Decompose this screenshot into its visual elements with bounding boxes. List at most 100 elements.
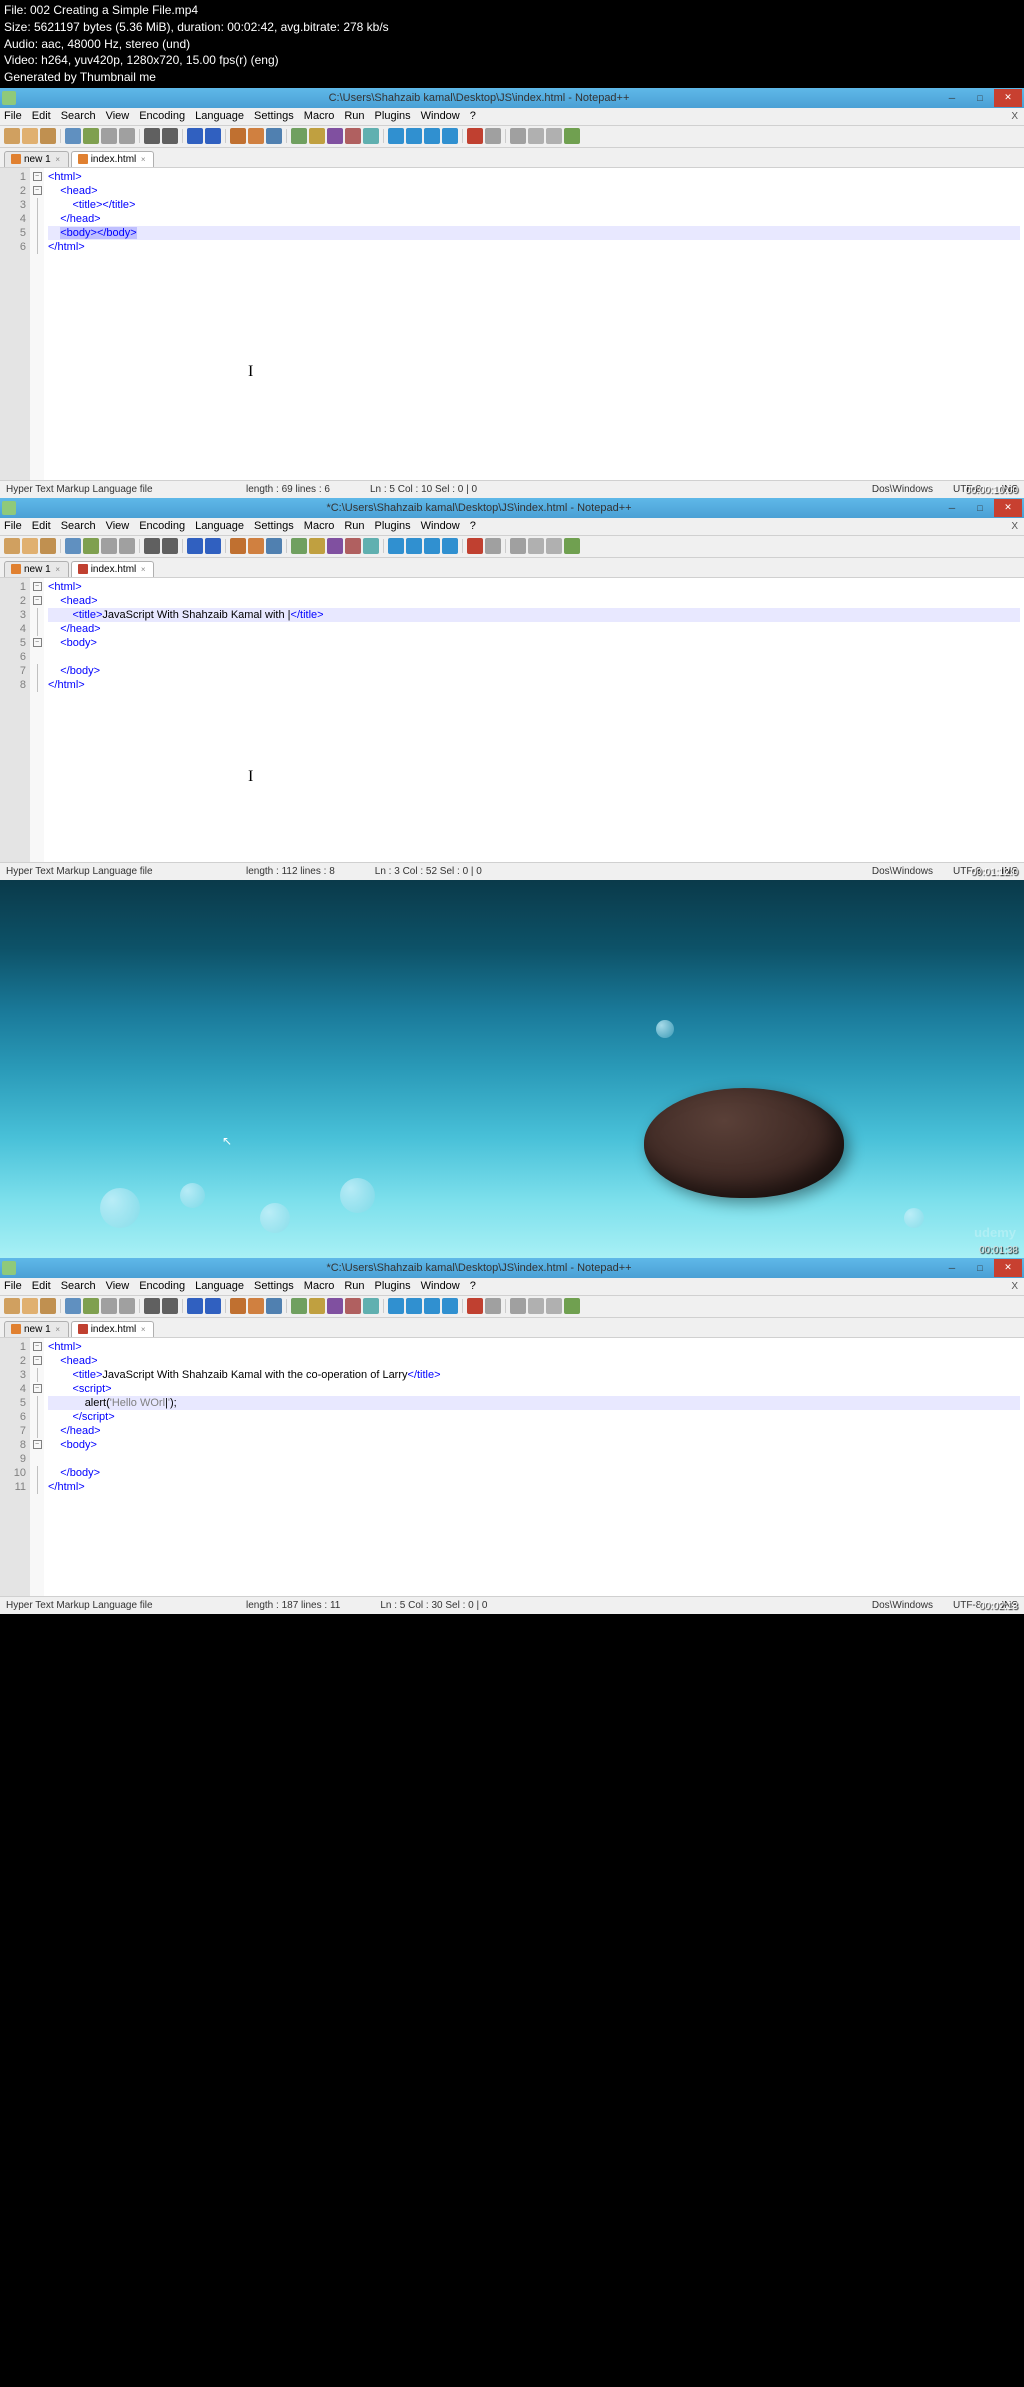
menu-file[interactable]: File [4,110,22,122]
toolbar-button-0[interactable] [4,538,20,554]
toolbar-button-21[interactable] [424,1298,440,1314]
toolbar-button-25[interactable] [510,1298,526,1314]
minimize-button[interactable]: ─ [938,89,966,107]
code-area[interactable]: <html> <head> <title></title> </head> <b… [44,168,1024,480]
tab-index-html[interactable]: index.html× [71,1321,155,1337]
menu-language[interactable]: Language [195,110,244,122]
menu-run[interactable]: Run [344,110,364,122]
menu-run[interactable]: Run [344,1280,364,1292]
menu-edit[interactable]: Edit [32,110,51,122]
toolbar-button-14[interactable] [291,128,307,144]
close-button[interactable]: ✕ [994,89,1022,107]
toolbar-button-23[interactable] [467,128,483,144]
toolbar-button-6[interactable] [119,1298,135,1314]
menu-language[interactable]: Language [195,1280,244,1292]
toolbar-button-8[interactable] [162,538,178,554]
toolbar-button-14[interactable] [291,1298,307,1314]
menu-edit[interactable]: Edit [32,1280,51,1292]
toolbar-button-10[interactable] [205,128,221,144]
tab-close-icon[interactable]: × [139,565,147,573]
menu-search[interactable]: Search [61,1280,96,1292]
menu-macro[interactable]: Macro [304,1280,335,1292]
toolbar-button-17[interactable] [345,1298,361,1314]
toolbar-button-12[interactable] [248,128,264,144]
toolbar-button-1[interactable] [22,538,38,554]
toolbar-button-26[interactable] [528,128,544,144]
toolbar-button-0[interactable] [4,128,20,144]
menu-?[interactable]: ? [470,110,476,122]
toolbar-button-7[interactable] [144,128,160,144]
toolbar-button-2[interactable] [40,1298,56,1314]
toolbar-button-1[interactable] [22,128,38,144]
titlebar[interactable]: *C:\Users\Shahzaib kamal\Desktop\JS\inde… [0,1258,1024,1278]
menubar-close-icon[interactable]: X [1011,111,1018,122]
toolbar-button-16[interactable] [327,1298,343,1314]
toolbar-button-5[interactable] [101,1298,117,1314]
menu-plugins[interactable]: Plugins [375,1280,411,1292]
toolbar-button-10[interactable] [205,538,221,554]
toolbar-button-23[interactable] [467,1298,483,1314]
code-editor[interactable]: 1234567891011 −−−− <html> <head> <title>… [0,1338,1024,1596]
close-button[interactable]: ✕ [994,499,1022,517]
maximize-button[interactable]: □ [966,1259,994,1277]
toolbar-button-15[interactable] [309,128,325,144]
menu-encoding[interactable]: Encoding [139,1280,185,1292]
toolbar-button-1[interactable] [22,1298,38,1314]
toolbar-button-21[interactable] [424,128,440,144]
toolbar-button-26[interactable] [528,1298,544,1314]
menu-?[interactable]: ? [470,520,476,532]
toolbar-button-18[interactable] [363,128,379,144]
toolbar-button-28[interactable] [564,1298,580,1314]
toolbar-button-8[interactable] [162,128,178,144]
toolbar-button-27[interactable] [546,1298,562,1314]
toolbar-button-9[interactable] [187,538,203,554]
code-area[interactable]: <html> <head> <title>JavaScript With Sha… [44,578,1024,862]
tab-close-icon[interactable]: × [139,1325,147,1333]
toolbar-button-16[interactable] [327,128,343,144]
toolbar-button-12[interactable] [248,538,264,554]
toolbar-button-26[interactable] [528,538,544,554]
menu-plugins[interactable]: Plugins [375,520,411,532]
tab-new-1[interactable]: new 1× [4,1321,69,1337]
toolbar-button-13[interactable] [266,1298,282,1314]
menu-window[interactable]: Window [421,520,460,532]
toolbar-button-4[interactable] [83,1298,99,1314]
toolbar-button-24[interactable] [485,1298,501,1314]
toolbar-button-16[interactable] [327,538,343,554]
menu-window[interactable]: Window [421,1280,460,1292]
menu-search[interactable]: Search [61,110,96,122]
toolbar-button-7[interactable] [144,538,160,554]
menu-?[interactable]: ? [470,1280,476,1292]
titlebar[interactable]: C:\Users\Shahzaib kamal\Desktop\JS\index… [0,88,1024,108]
toolbar-button-5[interactable] [101,128,117,144]
menu-plugins[interactable]: Plugins [375,110,411,122]
toolbar-button-8[interactable] [162,1298,178,1314]
tab-new-1[interactable]: new 1× [4,151,69,167]
tab-close-icon[interactable]: × [54,565,62,573]
toolbar-button-2[interactable] [40,128,56,144]
code-area[interactable]: <html> <head> <title>JavaScript With Sha… [44,1338,1024,1596]
toolbar-button-12[interactable] [248,1298,264,1314]
toolbar-button-11[interactable] [230,1298,246,1314]
toolbar-button-18[interactable] [363,1298,379,1314]
toolbar-button-3[interactable] [65,538,81,554]
toolbar-button-17[interactable] [345,128,361,144]
fold-margin[interactable]: −−− [30,578,44,862]
menu-file[interactable]: File [4,1280,22,1292]
toolbar-button-4[interactable] [83,128,99,144]
toolbar-button-11[interactable] [230,538,246,554]
menubar-close-icon[interactable]: X [1011,521,1018,532]
menubar-close-icon[interactable]: X [1011,1281,1018,1292]
toolbar-button-4[interactable] [83,538,99,554]
menu-macro[interactable]: Macro [304,110,335,122]
menu-encoding[interactable]: Encoding [139,110,185,122]
menu-macro[interactable]: Macro [304,520,335,532]
toolbar-button-17[interactable] [345,538,361,554]
toolbar-button-25[interactable] [510,538,526,554]
menu-language[interactable]: Language [195,520,244,532]
toolbar-button-3[interactable] [65,1298,81,1314]
close-button[interactable]: ✕ [994,1259,1022,1277]
menu-search[interactable]: Search [61,520,96,532]
toolbar-button-11[interactable] [230,128,246,144]
toolbar-button-13[interactable] [266,538,282,554]
